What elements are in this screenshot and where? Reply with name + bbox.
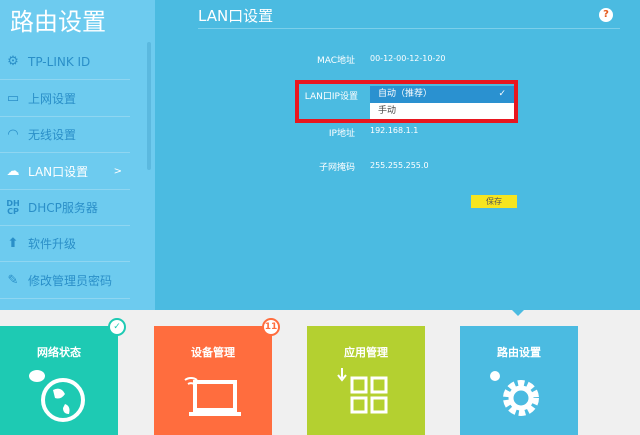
dhcp-icon: DH CP xyxy=(6,198,20,216)
sidebar-item-lan[interactable]: ☁ LAN口设置 > xyxy=(0,154,130,190)
main-panel: LAN口设置 ? MAC地址 00-12-00-12-10-20 LAN口IP设… xyxy=(155,0,640,310)
sidebar-item-dhcp[interactable]: DH CP DHCP服务器 xyxy=(0,190,130,226)
laptop-wifi-icon xyxy=(184,377,241,416)
pencil-icon: ✎ xyxy=(7,273,19,288)
mac-value: 00-12-00-12-10-20 xyxy=(370,54,446,63)
active-tile-pointer xyxy=(512,310,524,316)
tile-device-management[interactable]: 设备管理 xyxy=(154,326,272,435)
sidebar-title: 路由设置 xyxy=(10,8,106,36)
mask-label: 子网掩码 xyxy=(318,163,355,173)
page-title: LAN口设置 xyxy=(198,7,274,25)
tile-app-management[interactable]: 应用管理 xyxy=(307,326,425,435)
status-ok-badge: ✓ xyxy=(108,318,126,336)
ip-value: 192.168.1.1 xyxy=(370,126,419,135)
sidebar-item-password[interactable]: ✎ 修改管理员密码 xyxy=(0,263,130,299)
save-button[interactable]: 保存 xyxy=(471,195,517,208)
tile-network-status[interactable]: 网络状态 xyxy=(0,326,118,435)
chevron-right-icon: > xyxy=(113,166,122,177)
tile-router-settings[interactable]: 路由设置 xyxy=(460,326,578,435)
sidebar-scrollbar[interactable] xyxy=(147,42,151,170)
sidebar-item-wireless[interactable]: ◠ 无线设置 xyxy=(0,117,130,153)
mask-value: 255.255.255.0 xyxy=(370,161,429,170)
help-icon[interactable]: ? xyxy=(599,8,613,22)
upload-icon: ⬆ xyxy=(7,236,19,251)
apps-grid-icon xyxy=(337,368,388,414)
gears-icon xyxy=(490,371,539,416)
sidebar: 路由设置 ⚙ TP-LINK ID ▭ 上网设置 ◠ 无线设置 ☁ LAN口设置 > DH… xyxy=(0,0,155,310)
sidebar-item-upgrade[interactable]: ⬆ 软件升级 xyxy=(0,226,130,262)
wifi-icon: ◠ xyxy=(8,127,18,142)
device-count-badge: 11 xyxy=(262,318,280,336)
ip-label: IP地址 xyxy=(328,129,355,139)
mac-label: MAC地址 xyxy=(316,56,355,66)
lan-icon: ☁ xyxy=(6,164,20,179)
title-divider xyxy=(198,28,620,29)
sidebar-item-tplink-id[interactable]: ⚙ TP-LINK ID xyxy=(0,44,130,80)
highlight-box xyxy=(295,80,518,123)
globe-icon xyxy=(29,370,85,422)
laptop-icon: ▭ xyxy=(6,91,20,106)
sidebar-item-internet[interactable]: ▭ 上网设置 xyxy=(0,81,130,117)
gear-icon: ⚙ xyxy=(7,54,19,69)
